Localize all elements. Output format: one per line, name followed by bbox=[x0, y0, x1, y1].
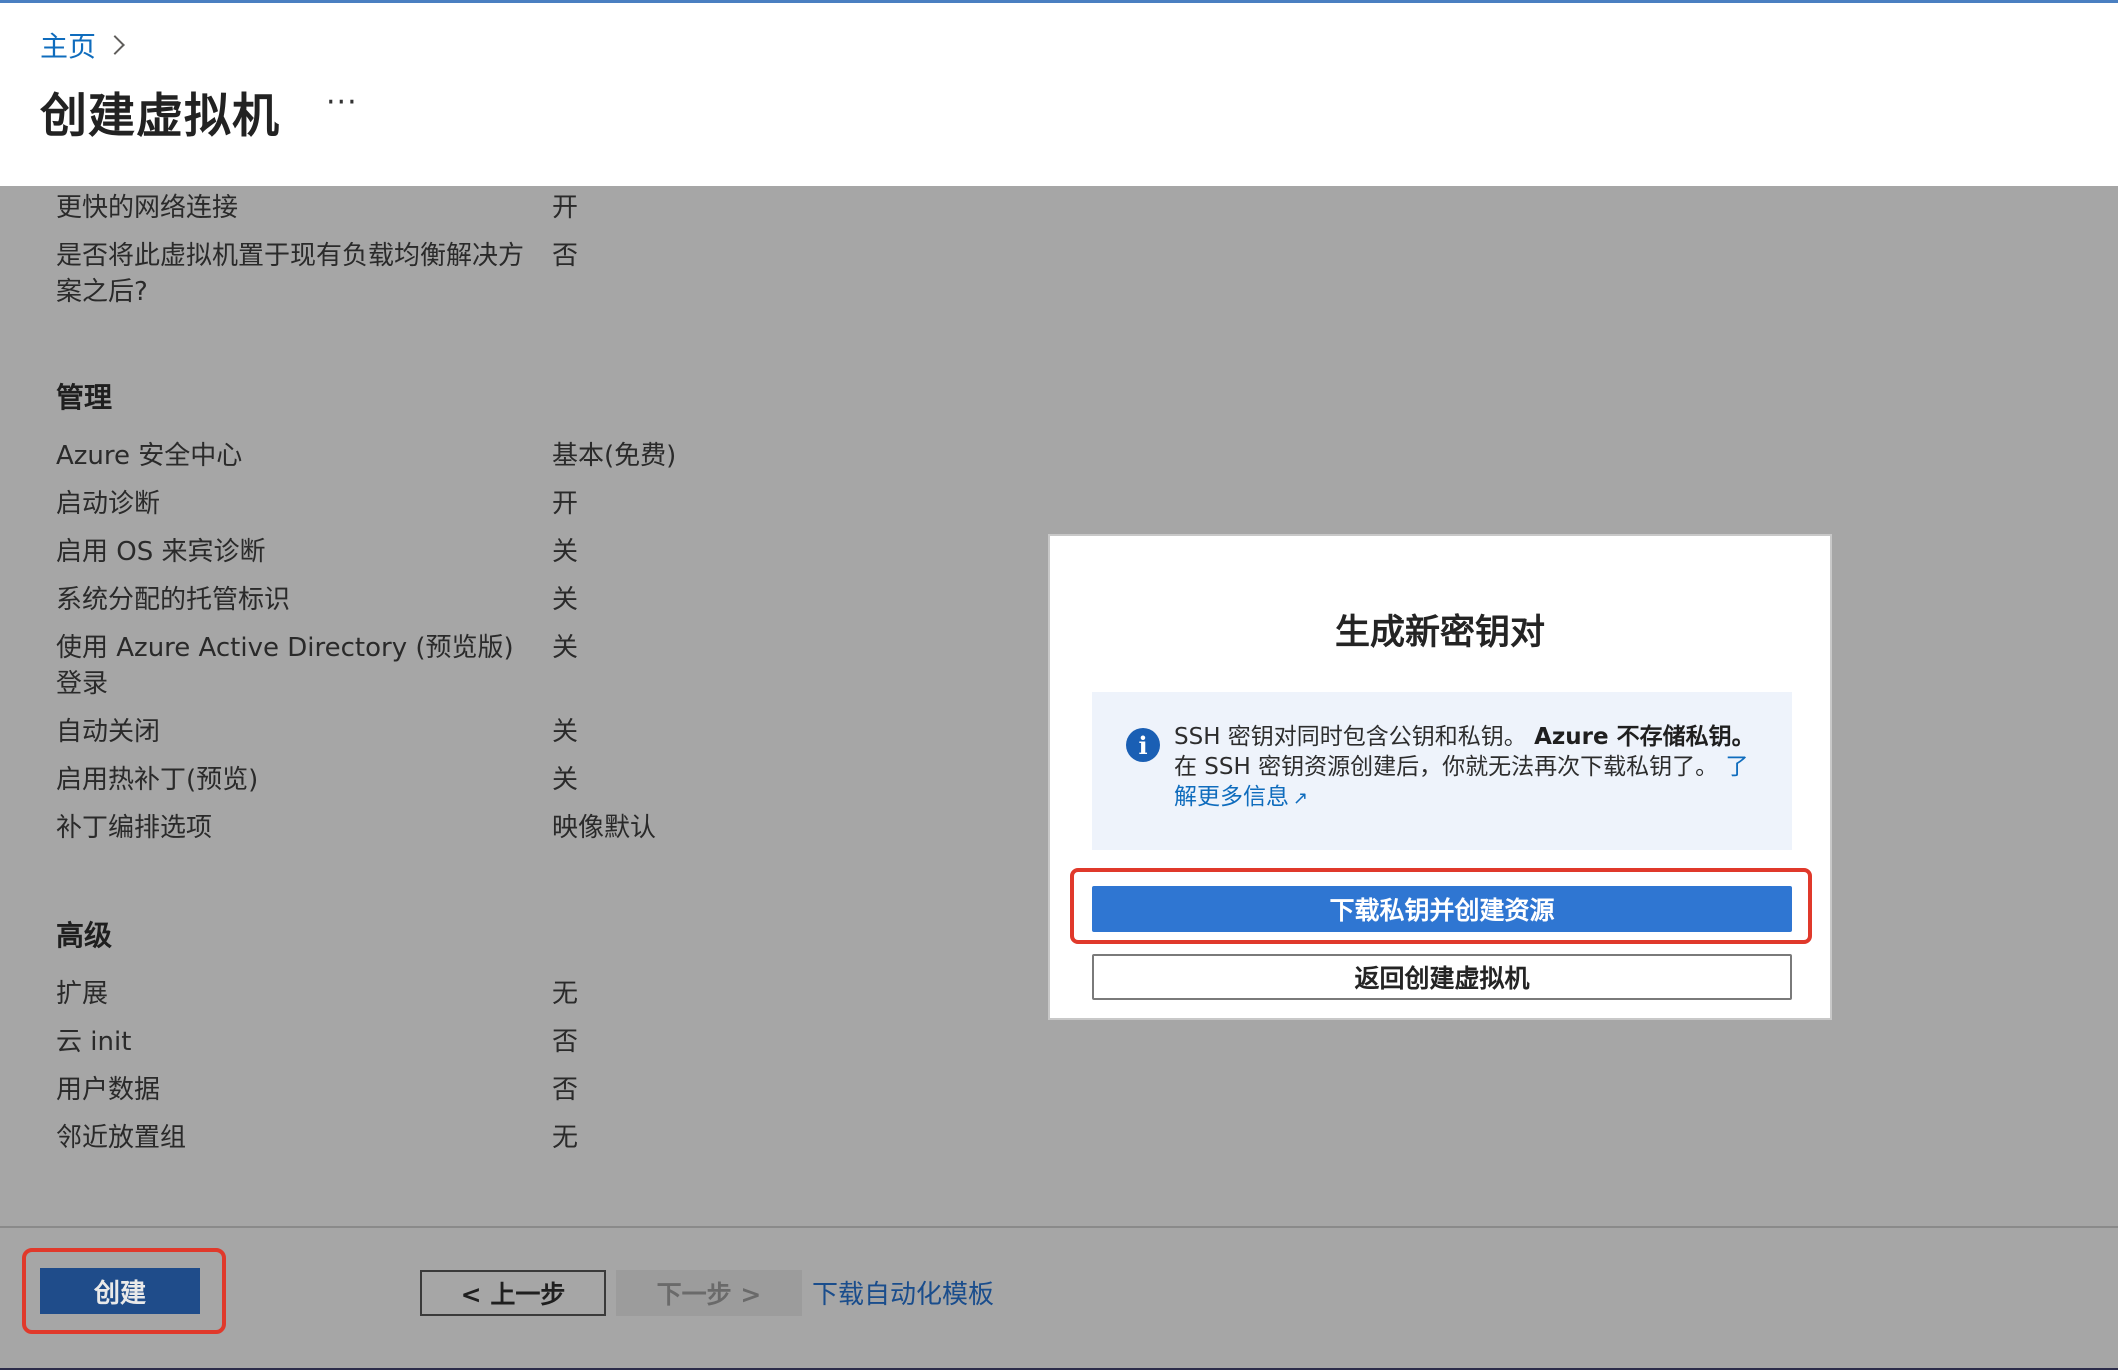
generate-key-pair-dialog: 生成新密钥对 i SSH 密钥对同时包含公钥和私钥。 Azure 不存储私钥。 … bbox=[1048, 534, 1832, 1020]
row-value: 否 bbox=[552, 1075, 579, 1105]
row-value: 关 bbox=[552, 537, 579, 567]
row-label: 云 init bbox=[56, 1027, 132, 1057]
row-value: 映像默认 bbox=[552, 813, 657, 843]
next-button: 下一步 > bbox=[616, 1270, 802, 1316]
row-value: 关 bbox=[552, 717, 579, 747]
info-icon: i bbox=[1126, 728, 1160, 762]
row-label: 用户数据 bbox=[56, 1075, 161, 1105]
row-label: 使用 Azure Active Directory (预览版)登录 bbox=[56, 633, 514, 699]
row-value: 关 bbox=[552, 633, 579, 663]
row-label: 扩展 bbox=[56, 979, 109, 1009]
row-value: 否 bbox=[552, 1027, 579, 1057]
row-value: 无 bbox=[552, 979, 579, 1009]
download-private-key-button[interactable]: 下载私钥并创建资源 bbox=[1092, 886, 1792, 932]
row-label: 系统分配的托管标识 bbox=[56, 585, 291, 615]
row-value: 关 bbox=[552, 585, 579, 615]
row-label: 启用 OS 来宾诊断 bbox=[56, 537, 266, 567]
row-label: 是否将此虚拟机置于现有负载均衡解决方案之后? bbox=[56, 241, 525, 307]
download-template-link[interactable]: 下载自动化模板 bbox=[812, 1274, 994, 1311]
info-text-2: 在 SSH 密钥资源创建后，你就无法再次下载私钥了。 bbox=[1174, 754, 1719, 780]
row-label: 启用热补丁(预览) bbox=[56, 765, 259, 795]
row-value: 无 bbox=[552, 1123, 579, 1153]
row-label: 补丁编排选项 bbox=[56, 813, 213, 843]
info-bold-text: Azure 不存储私钥。 bbox=[1534, 724, 1755, 750]
info-text-1: SSH 密钥对同时包含公钥和私钥。 bbox=[1174, 724, 1527, 750]
page-header: 主页 创建虚拟机 ··· bbox=[0, 0, 2118, 186]
row-label: 启动诊断 bbox=[56, 489, 161, 519]
row-label: 邻近放置组 bbox=[56, 1123, 187, 1153]
row-label: 更快的网络连接 bbox=[56, 193, 239, 223]
row-value: 开 bbox=[552, 489, 579, 519]
section-title-management: 管理 bbox=[56, 381, 113, 414]
previous-button[interactable]: < 上一步 bbox=[420, 1270, 606, 1316]
more-options-button[interactable]: ··· bbox=[326, 85, 358, 120]
row-value: 开 bbox=[552, 193, 579, 223]
row-value: 基本(免费) bbox=[552, 441, 677, 471]
row-label: 自动关闭 bbox=[56, 717, 161, 747]
section-title-advanced: 高级 bbox=[56, 919, 113, 952]
info-message-box: i SSH 密钥对同时包含公钥和私钥。 Azure 不存储私钥。 在 SSH 密… bbox=[1092, 692, 1792, 850]
row-value: 关 bbox=[552, 765, 579, 795]
back-to-create-vm-button[interactable]: 返回创建虚拟机 bbox=[1092, 954, 1792, 1000]
page-title: 创建虚拟机 bbox=[40, 89, 280, 144]
row-label: Azure 安全中心 bbox=[56, 441, 243, 471]
external-link-icon: ↗ bbox=[1293, 788, 1309, 809]
dialog-title: 生成新密钥对 bbox=[1334, 613, 1545, 653]
footer-bar: 创建 < 上一步 下一步 > 下载自动化模板 bbox=[0, 1226, 2118, 1370]
chevron-right-icon bbox=[105, 35, 125, 55]
breadcrumb-home-link[interactable]: 主页 bbox=[40, 25, 96, 65]
breadcrumb: 主页 bbox=[40, 25, 125, 65]
info-message: SSH 密钥对同时包含公钥和私钥。 Azure 不存储私钥。 在 SSH 密钥资… bbox=[1174, 722, 1764, 814]
row-value: 否 bbox=[552, 241, 579, 271]
create-button[interactable]: 创建 bbox=[40, 1268, 200, 1314]
